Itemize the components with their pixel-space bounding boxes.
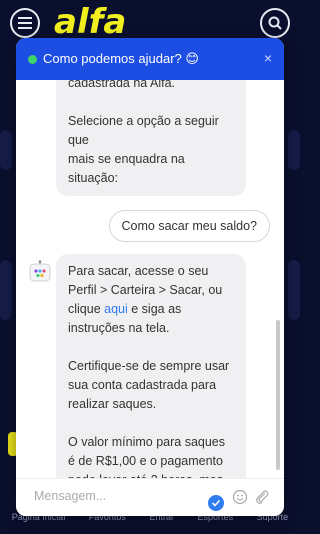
message-composer: Mensagem...	[16, 478, 284, 516]
withdraw-link[interactable]: aqui	[104, 302, 128, 316]
message-input[interactable]: Mensagem...	[34, 489, 106, 503]
search-button[interactable]	[260, 8, 290, 38]
online-status-icon	[28, 54, 37, 64]
bot-message: cadastrada na Alfa. Selecione a opção a …	[56, 80, 246, 196]
background-card	[0, 260, 12, 320]
bot-message: Para sacar, acesse o seu Perfil > Cartei…	[56, 254, 246, 506]
scrollbar[interactable]	[276, 320, 280, 470]
hamburger-icon	[18, 17, 32, 29]
send-button[interactable]	[208, 495, 224, 511]
chat-widget: Como podemos ajudar? 😊 × cadastrada na A…	[16, 38, 284, 516]
menu-button[interactable]	[10, 8, 40, 38]
quick-reply-button[interactable]: Como sacar meu saldo?	[108, 210, 270, 242]
message-text: Certifique-se de sempre usar sua conta c…	[68, 359, 230, 411]
chat-title: Como podemos ajudar? 😊	[43, 51, 199, 66]
close-button[interactable]: ×	[264, 50, 272, 66]
check-icon	[211, 499, 221, 507]
message-line: Selecione a opção a seguir que	[68, 114, 219, 147]
bot-avatar-icon	[29, 260, 51, 282]
alfa-logo[interactable]: alfa	[54, 2, 126, 42]
background-card	[288, 130, 300, 170]
message-line: cadastrada na Alfa.	[68, 80, 176, 90]
background-card	[288, 260, 300, 320]
message-line: mais se enquadra na situação:	[68, 152, 185, 185]
attach-icon[interactable]	[254, 489, 270, 505]
chat-header: Como podemos ajudar? 😊 ×	[16, 38, 284, 80]
message-list[interactable]: cadastrada na Alfa. Selecione a opção a …	[16, 80, 284, 508]
background-card	[0, 130, 12, 170]
emoji-icon[interactable]	[232, 489, 248, 505]
search-icon	[268, 16, 282, 30]
